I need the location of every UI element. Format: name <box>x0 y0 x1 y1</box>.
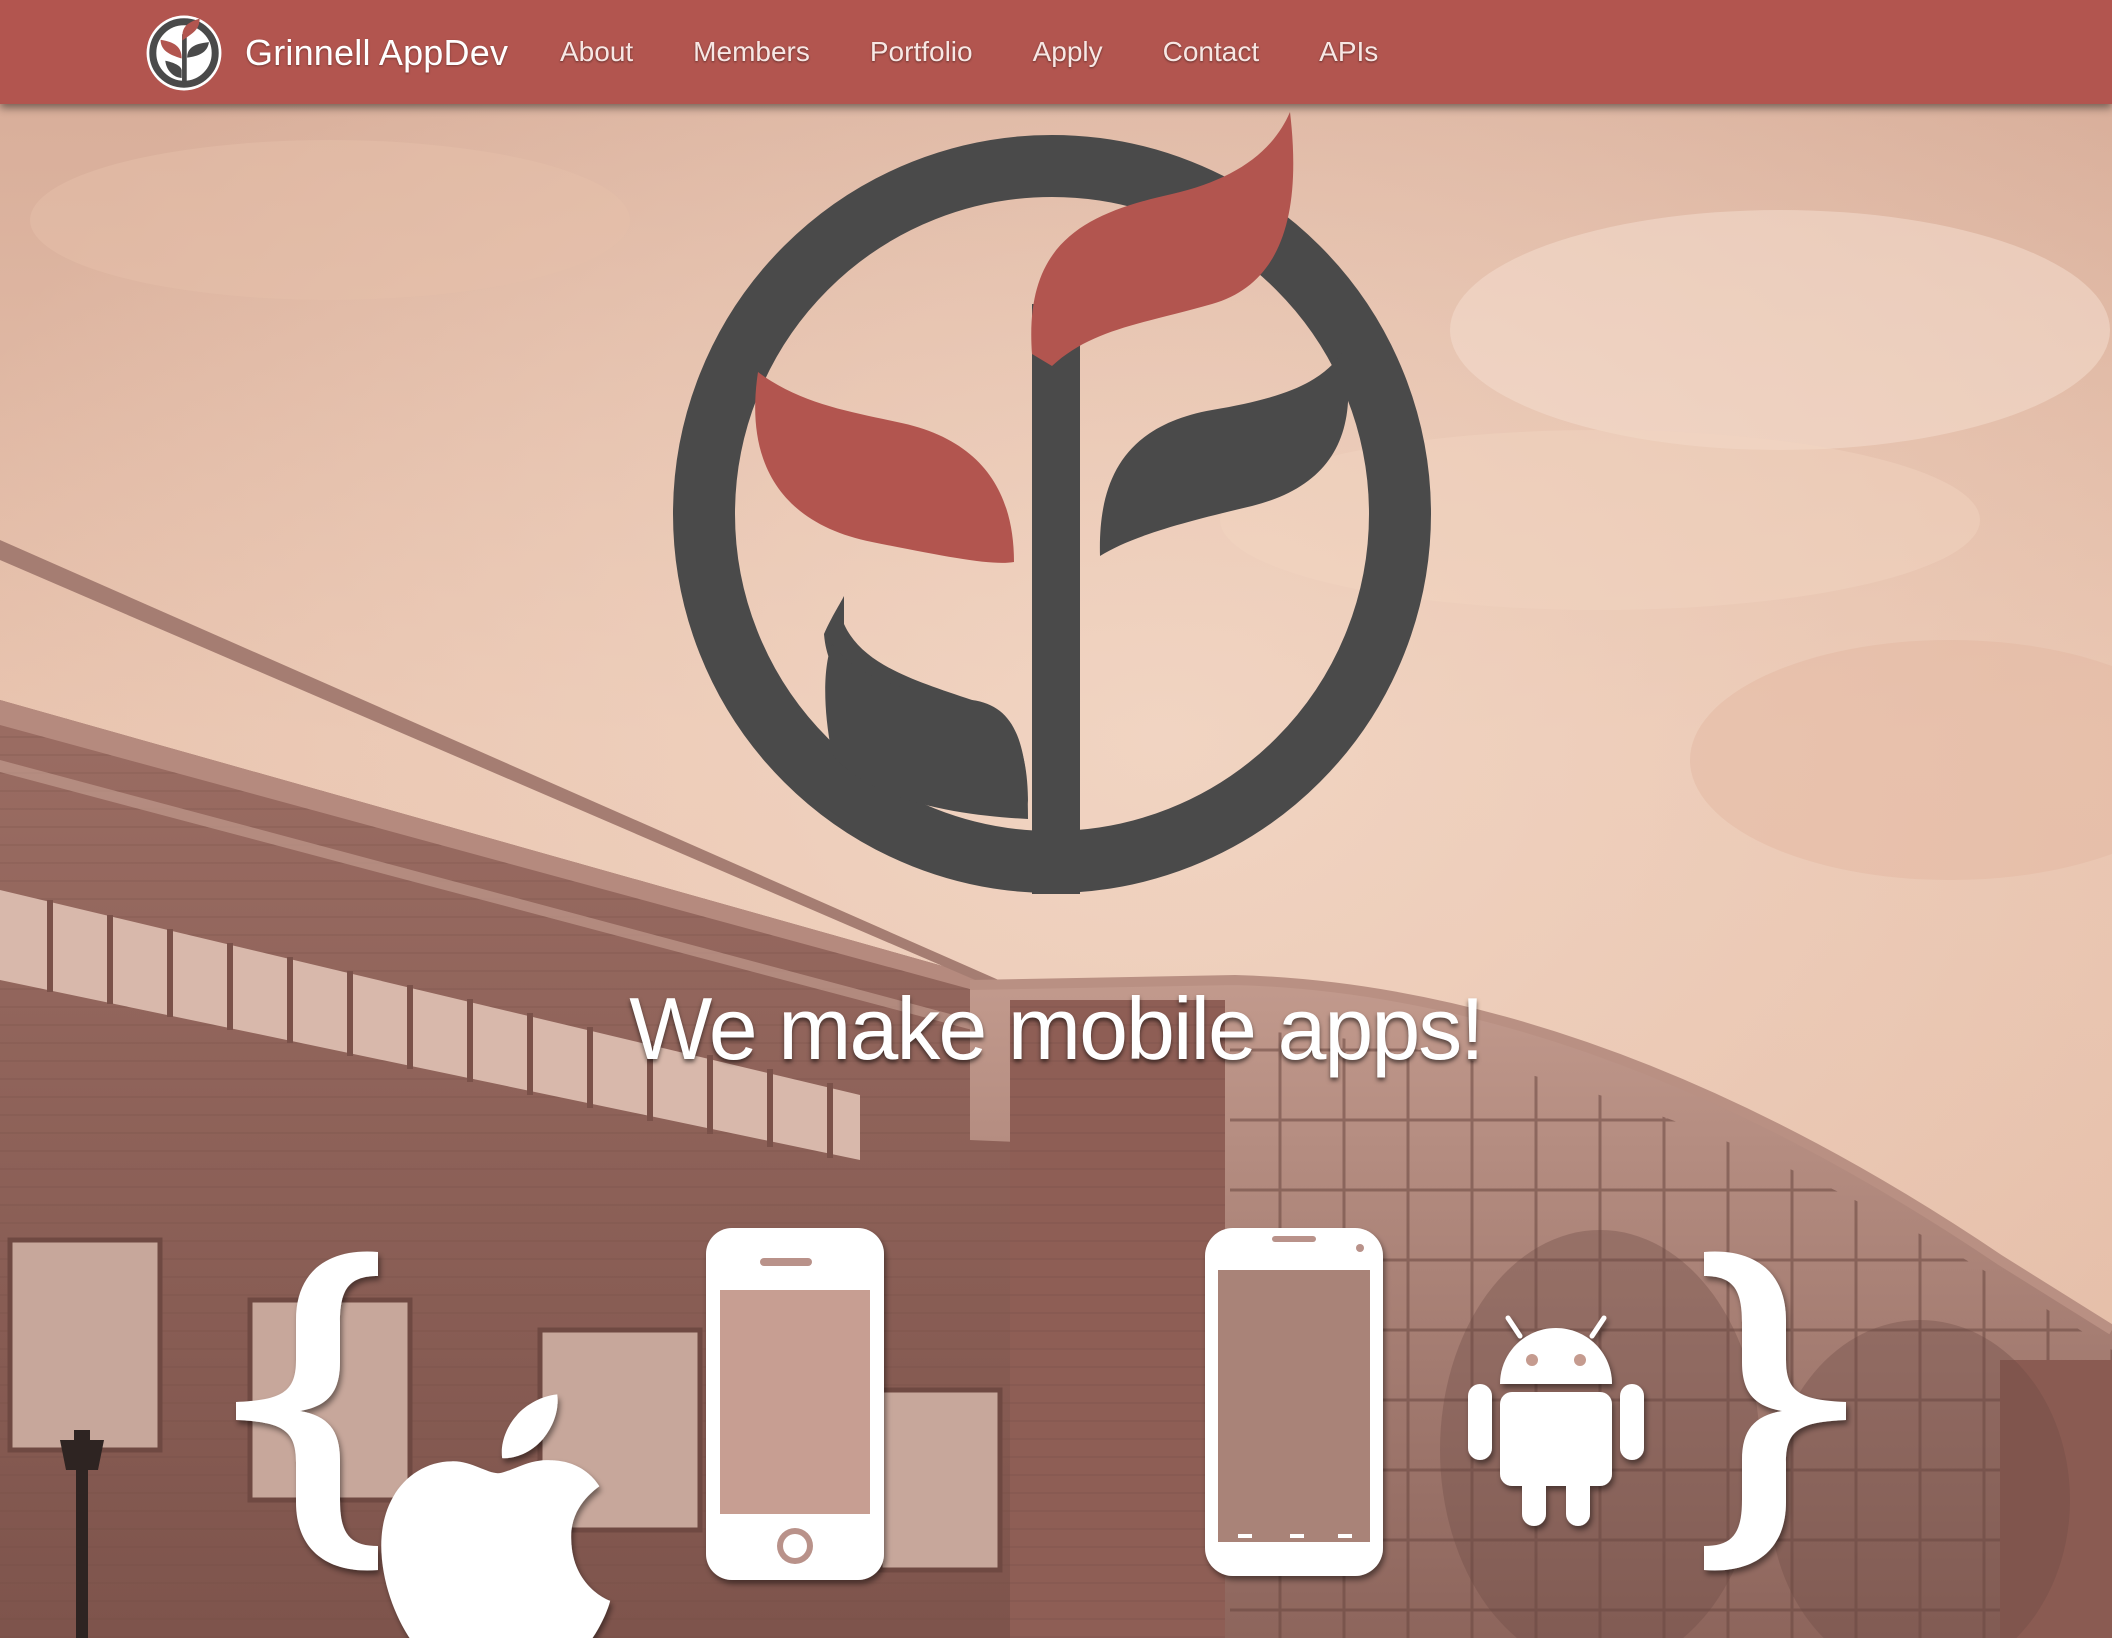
nav-link-about[interactable]: About <box>560 36 633 68</box>
hero-tagline: We make mobile apps! <box>629 979 1484 1078</box>
nav-links: About Members Portfolio Apply Contact AP… <box>560 0 1378 104</box>
top-navbar: Grinnell AppDev About Members Portfolio … <box>0 0 2112 104</box>
nav-link-apply[interactable]: Apply <box>1033 36 1103 68</box>
appdev-logo-icon <box>146 15 222 91</box>
nav-link-apis[interactable]: APIs <box>1319 36 1378 68</box>
brand-home-link[interactable]: Grinnell AppDev <box>145 14 508 92</box>
brand-name: Grinnell AppDev <box>245 32 509 73</box>
nav-link-contact[interactable]: Contact <box>1163 36 1260 68</box>
nav-link-portfolio[interactable]: Portfolio <box>870 36 973 68</box>
nav-link-members[interactable]: Members <box>693 36 810 68</box>
appdev-sprout-logo-icon <box>673 112 1431 894</box>
